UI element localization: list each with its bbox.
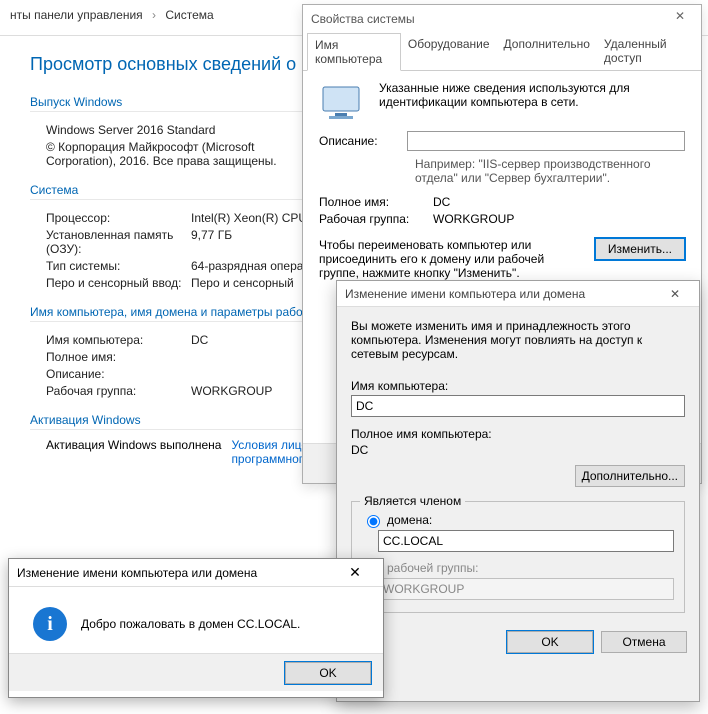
close-icon[interactable]: ✕ <box>335 564 375 581</box>
dialog-title: Изменение имени компьютера или домена <box>345 287 585 301</box>
dialog-title: Свойства системы <box>311 12 415 26</box>
workgroup-radio-label: рабочей группы: <box>387 561 478 575</box>
ram-label: Установленная память (ОЗУ): <box>46 228 191 256</box>
rename-help-text: Чтобы переименовать компьютер или присое… <box>319 238 595 280</box>
pc-name-value: DC <box>191 333 208 347</box>
cancel-button[interactable]: Отмена <box>601 631 687 653</box>
dialog-title: Изменение имени компьютера или домена <box>17 566 257 580</box>
cpu-label: Процессор: <box>46 211 191 225</box>
full-computer-name-label: Полное имя компьютера: <box>351 427 685 441</box>
full-name-value: DC <box>433 195 450 209</box>
tab-computer-name[interactable]: Имя компьютера <box>307 33 401 71</box>
ram-value: 9,77 ГБ <box>191 228 232 256</box>
full-name-label: Полное имя: <box>46 350 191 364</box>
tabs: Имя компьютера Оборудование Дополнительн… <box>303 33 701 71</box>
workgroup-label: Рабочая группа: <box>46 384 191 398</box>
full-computer-name-value: DC <box>351 443 685 457</box>
welcome-domain-messagebox: Изменение имени компьютера или домена ✕ … <box>8 558 384 698</box>
tab-remote[interactable]: Удаленный доступ <box>597 33 697 70</box>
change-button[interactable]: Изменить... <box>595 238 685 260</box>
tab-hardware[interactable]: Оборудование <box>401 33 497 70</box>
breadcrumb-separator-icon: › <box>152 8 156 22</box>
close-icon[interactable]: ✕ <box>665 9 695 29</box>
message-text: Добро пожаловать в домен CC.LOCAL. <box>81 617 300 631</box>
description-example: Например: "IIS-сервер производственного … <box>415 157 685 185</box>
workgroup-value: WORKGROUP <box>433 212 514 226</box>
dialog-titlebar[interactable]: Свойства системы ✕ <box>303 5 701 33</box>
system-type-value: 64-разрядная опера <box>191 259 303 273</box>
domain-radio-label: домена: <box>387 513 432 527</box>
workgroup-value: WORKGROUP <box>191 384 272 398</box>
breadcrumb-part[interactable]: нты панели управления <box>10 8 143 22</box>
more-button[interactable]: Дополнительно... <box>575 465 685 487</box>
description-label: Описание: <box>319 134 399 148</box>
change-name-domain-dialog: Изменение имени компьютера или домена ✕ … <box>336 280 700 702</box>
description-input[interactable] <box>407 131 685 151</box>
pen-value: Перо и сенсорный <box>191 276 294 290</box>
activation-status: Активация Windows выполнена <box>46 438 221 466</box>
info-icon: i <box>33 607 67 641</box>
full-name-label: Полное имя: <box>319 195 433 209</box>
domain-radio[interactable] <box>367 515 380 528</box>
computer-name-label: Имя компьютера: <box>351 379 685 393</box>
dialog-titlebar[interactable]: Изменение имени компьютера или домена ✕ <box>9 559 383 587</box>
close-icon[interactable]: ✕ <box>659 287 691 301</box>
domain-input[interactable] <box>378 530 674 552</box>
cpu-value: Intel(R) Xeon(R) CPU <box>191 211 307 225</box>
tab-advanced[interactable]: Дополнительно <box>497 33 597 70</box>
computer-icon <box>319 83 367 123</box>
description-label: Описание: <box>46 367 191 381</box>
dialog-titlebar[interactable]: Изменение имени компьютера или домена ✕ <box>337 281 699 307</box>
copyright-text: © Корпорация Майкрософт (Microsoft Corpo… <box>46 140 306 168</box>
ok-button[interactable]: OK <box>507 631 593 653</box>
workgroup-label: Рабочая группа: <box>319 212 433 226</box>
system-type-label: Тип системы: <box>46 259 191 273</box>
member-of-group: Является членом домена: рабочей группы: <box>351 501 685 613</box>
info-text: Указанные ниже сведения используются для… <box>379 81 685 123</box>
computer-name-input[interactable] <box>351 395 685 417</box>
help-text: Вы можете изменить имя и принадлежность … <box>351 319 685 361</box>
workgroup-input <box>378 578 674 600</box>
ok-button[interactable]: OK <box>285 662 371 684</box>
breadcrumb-part[interactable]: Система <box>165 8 213 22</box>
pen-label: Перо и сенсорный ввод: <box>46 276 191 290</box>
pc-name-label: Имя компьютера: <box>46 333 191 347</box>
member-of-legend: Является членом <box>360 494 465 508</box>
